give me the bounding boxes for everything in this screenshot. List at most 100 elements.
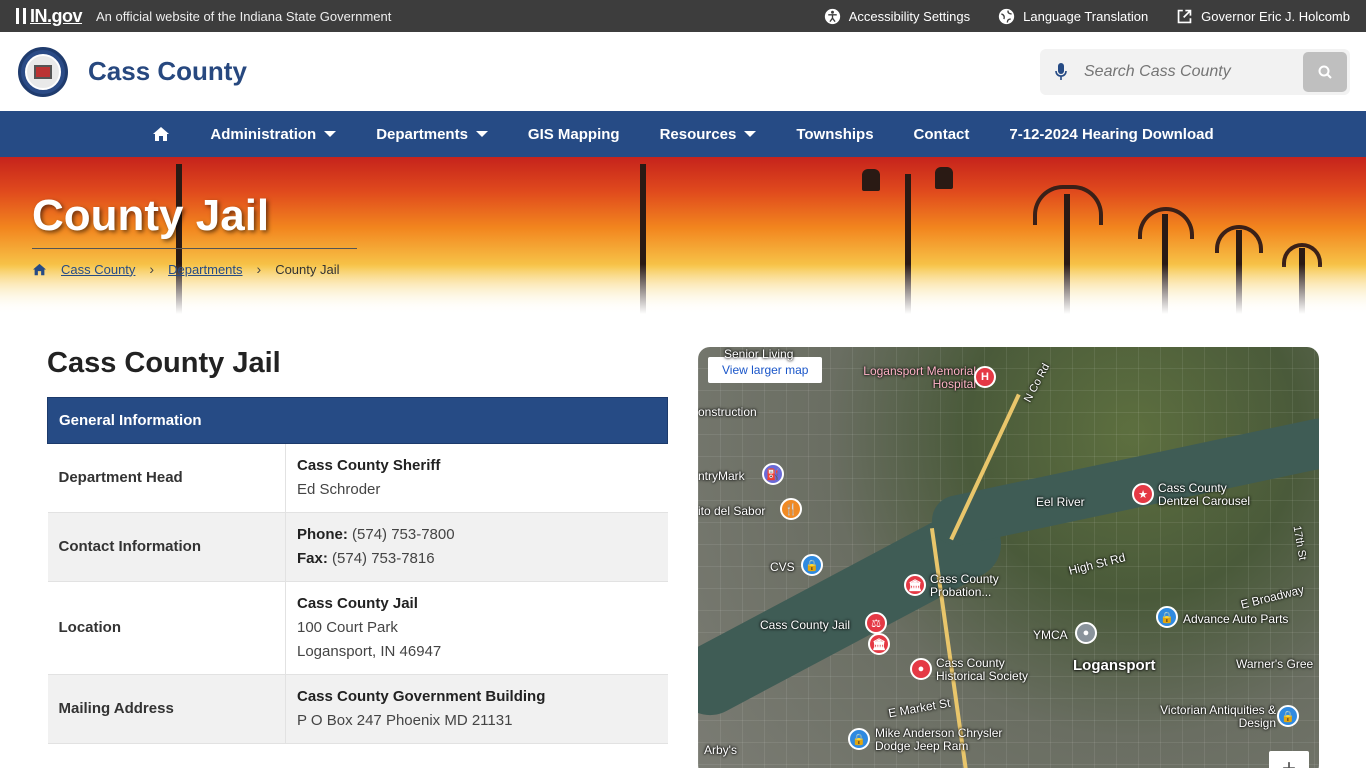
general-information-table: General Information Department Head Cass… (47, 397, 668, 744)
globe-icon (998, 8, 1015, 24)
zoom-in-button[interactable]: + (1269, 751, 1309, 768)
location-city: Logansport, IN 46947 (297, 643, 442, 660)
nav-townships[interactable]: Townships (776, 111, 893, 157)
pharmacy-pin-icon[interactable]: 🔒 (801, 554, 823, 576)
site-title[interactable]: Cass County (88, 56, 247, 87)
dealership-pin-icon[interactable]: 🔒 (848, 728, 870, 750)
nav-townships-label: Townships (796, 125, 874, 143)
breadcrumb-departments[interactable]: Departments (168, 262, 242, 277)
museum-pin-icon[interactable]: ● (910, 658, 932, 680)
fuel-pin-icon[interactable]: ⛽ (762, 463, 784, 485)
nav-contact-label: Contact (913, 125, 970, 143)
attraction-pin-icon[interactable]: ★ (1132, 483, 1154, 505)
nav-departments[interactable]: Departments (356, 111, 508, 157)
language-translation-link[interactable]: Language Translation (998, 8, 1148, 25)
map-label: ito del Sabor (698, 504, 766, 518)
mailing-address: P O Box 247 Phoenix MD 21131 (297, 712, 513, 729)
nav-hearing-download[interactable]: 7-12-2024 Hearing Download (989, 111, 1233, 157)
search-icon (1318, 65, 1332, 79)
row-label-department-head: Department Head (47, 443, 286, 513)
hero-title: County Jail (32, 191, 270, 240)
chevron-right-icon: › (256, 261, 262, 277)
lamp-head (862, 169, 880, 191)
chevron-down-icon (744, 131, 757, 137)
table-header: General Information (47, 397, 668, 444)
nav-contact[interactable]: Contact (894, 111, 990, 157)
map-label: onstruction (698, 405, 757, 419)
map-label: Logansport (1073, 657, 1156, 674)
government-pin-icon[interactable]: 🏛 (904, 574, 926, 596)
hospital-pin-icon[interactable]: H (974, 366, 996, 388)
row-value-contact: Phone: (574) 753-7800 Fax: (574) 753-781… (285, 512, 668, 582)
state-topbar: IN.gov An official website of the Indian… (0, 0, 1366, 32)
home-icon (153, 127, 170, 141)
county-seal-logo[interactable] (18, 46, 68, 97)
accessibility-settings-label: Accessibility Settings (848, 8, 971, 24)
microphone-icon[interactable] (1054, 62, 1068, 82)
search-button[interactable] (1303, 52, 1347, 92)
seal-inner (25, 53, 61, 90)
ingov-logo[interactable]: IN.gov (16, 5, 83, 27)
site-search (1040, 49, 1350, 95)
fax-number: (574) 753-7816 (327, 550, 435, 567)
nav-administration-label: Administration (210, 125, 317, 143)
governor-link[interactable]: Governor Eric J. Holcomb (1176, 8, 1350, 25)
map-label: Arby's (704, 743, 737, 757)
home-icon[interactable] (32, 263, 47, 276)
nav-gis-mapping[interactable]: GIS Mapping (508, 111, 640, 157)
table-row: Contact Information Phone: (574) 753-780… (47, 512, 668, 582)
jail-pin-icon[interactable]: ⚖ (865, 612, 887, 634)
governor-label: Governor Eric J. Holcomb (1201, 8, 1350, 24)
ingov-logo-icon (16, 8, 26, 24)
chevron-down-icon (324, 131, 337, 137)
accessibility-icon (824, 8, 840, 24)
hero-divider (32, 248, 357, 249)
gym-pin-icon[interactable]: ● (1075, 622, 1097, 644)
breadcrumb-cass-county[interactable]: Cass County (61, 262, 135, 277)
map-label: Eel River (1036, 495, 1085, 509)
store-pin-icon[interactable]: 🔒 (1156, 606, 1178, 628)
nav-departments-label: Departments (376, 125, 468, 143)
map-label: ntryMark (698, 469, 745, 483)
nav-resources[interactable]: Resources (640, 111, 777, 157)
map-label: Mike Anderson Chrysler Dodge Jeep Ram (875, 726, 1003, 753)
government-pin-icon[interactable]: 🏛 (868, 633, 890, 655)
department-head-name: Ed Schroder (297, 481, 381, 498)
breadcrumb: Cass County › Departments › County Jail (32, 261, 340, 277)
page-title: Cass County Jail (47, 347, 281, 379)
breadcrumb-current: County Jail (275, 261, 340, 277)
table-row: Department Head Cass County Sheriff Ed S… (47, 443, 668, 513)
search-input[interactable] (1084, 63, 1284, 81)
map-label: Cass County Dentzel Carousel (1158, 481, 1251, 508)
row-label-mailing: Mailing Address (47, 674, 286, 744)
chevron-right-icon: › (149, 261, 155, 277)
map-label: Warner's Gree (1236, 657, 1314, 671)
nav-administration[interactable]: Administration (190, 111, 356, 157)
accessibility-settings-link[interactable]: Accessibility Settings (824, 8, 970, 25)
chevron-down-icon (475, 131, 488, 137)
hero-banner: County Jail Cass County › Departments › … (0, 157, 1366, 314)
row-value-department-head: Cass County Sheriff Ed Schroder (285, 443, 668, 513)
map-label: Logansport Memorial Hospital (863, 364, 976, 391)
nav-gis-mapping-label: GIS Mapping (527, 125, 620, 143)
main-content: Cass County Jail General Information Dep… (0, 314, 1366, 768)
ingov-logo-text: IN.gov (30, 5, 83, 26)
table-row: Location Cass County Jail 100 Court Park… (47, 581, 668, 675)
location-name: Cass County Jail (297, 595, 418, 612)
fax-label: Fax: (297, 550, 328, 567)
row-value-mailing: Cass County Government Building P O Box … (285, 674, 668, 744)
row-label-contact: Contact Information (47, 512, 286, 582)
fax-line: Fax: (574) 753-7816 (297, 547, 657, 571)
department-head-title: Cass County Sheriff (297, 457, 441, 474)
restaurant-pin-icon[interactable]: 🍴 (780, 498, 802, 520)
nav-home[interactable] (132, 111, 190, 157)
map-label: Victorian Antiquities & Design (1160, 703, 1276, 730)
map-label: Cass County Jail (760, 618, 851, 632)
phone-number[interactable]: (574) 753-7800 (348, 526, 455, 543)
store-pin-icon[interactable]: 🔒 (1277, 705, 1299, 727)
table-header-row: General Information (47, 397, 668, 444)
map-label: CVS (770, 560, 795, 574)
language-translation-label: Language Translation (1023, 8, 1149, 24)
site-header: Cass County (0, 32, 1366, 111)
embedded-map[interactable]: View larger map Senior Living Logansport… (698, 347, 1319, 768)
